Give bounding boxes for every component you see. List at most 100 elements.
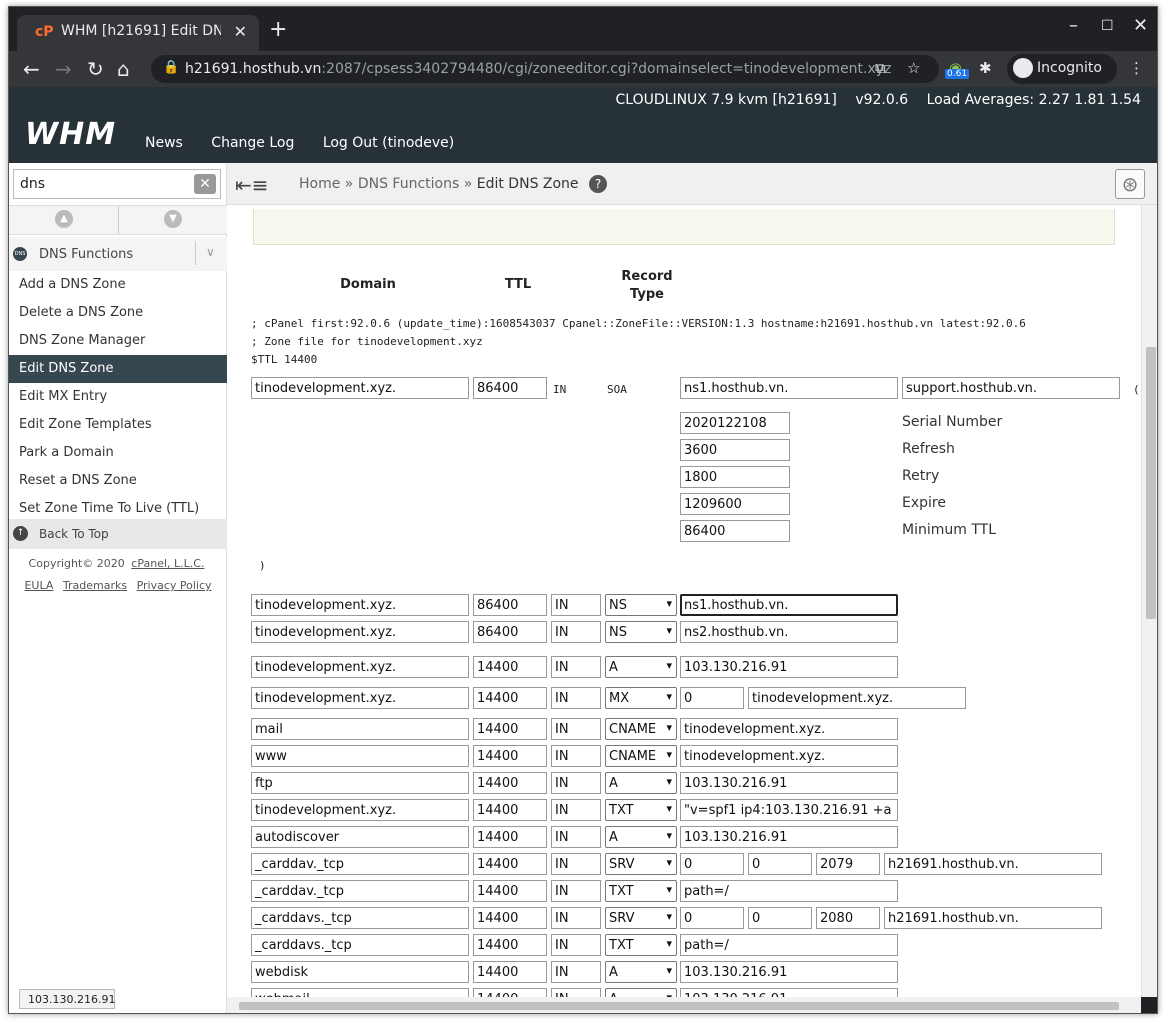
record-class-input[interactable]: IN: [551, 745, 601, 767]
soa-rname-input[interactable]: support.hosthub.vn.: [902, 377, 1120, 399]
record-ttl-input[interactable]: 14400: [473, 988, 547, 997]
record-data-input[interactable]: 103.130.216.91: [680, 656, 898, 678]
sidebar-item-park-domain[interactable]: Park a Domain: [9, 439, 227, 467]
record-data-input[interactable]: path=/: [680, 934, 898, 956]
url-input[interactable]: 🔒 h21691.hosthub.vn:2087/cpsess340279448…: [151, 55, 939, 83]
extensions-puzzle-icon[interactable]: ✱: [979, 59, 992, 77]
record-name-input[interactable]: _carddavs._tcp: [251, 907, 469, 929]
record-data-input[interactable]: "v=spf1 ip4:103.130.216.91 +a +mx: [680, 799, 898, 821]
record-class-input[interactable]: IN: [551, 961, 601, 983]
record-name-input[interactable]: tinodevelopment.xyz.: [251, 799, 469, 821]
record-name-input[interactable]: tinodevelopment.xyz.: [251, 656, 469, 678]
sidebar-item-edit-dns-zone[interactable]: Edit DNS Zone: [9, 355, 227, 383]
record-class-input[interactable]: IN: [551, 656, 601, 678]
record-ttl-input[interactable]: 14400: [473, 799, 547, 821]
soa-expire-input[interactable]: 1209600: [680, 493, 790, 515]
record-name-input[interactable]: tinodevelopment.xyz.: [251, 687, 469, 709]
record-type-select[interactable]: NS ▾: [605, 594, 677, 616]
soa-retry-input[interactable]: 1800: [680, 466, 790, 488]
reload-icon[interactable]: ↻: [87, 57, 104, 81]
maximize-icon[interactable]: ☐: [1101, 18, 1114, 34]
record-class-input[interactable]: IN: [551, 880, 601, 902]
vertical-scrollbar[interactable]: [1141, 205, 1157, 997]
record-ttl-input[interactable]: 14400: [473, 934, 547, 956]
record-name-input[interactable]: _carddavs._tcp: [251, 934, 469, 956]
record-data-input[interactable]: 0: [748, 853, 812, 875]
breadcrumb-home[interactable]: Home: [299, 176, 340, 192]
record-ttl-input[interactable]: 14400: [473, 745, 547, 767]
record-type-select[interactable]: TXT ▾: [605, 880, 677, 902]
record-data-input[interactable]: 0: [680, 853, 744, 875]
incognito-button[interactable]: Incognito: [1007, 54, 1117, 84]
record-ttl-input[interactable]: 14400: [473, 961, 547, 983]
record-ttl-input[interactable]: 14400: [473, 772, 547, 794]
sidebar-item-delete-dns-zone[interactable]: Delete a DNS Zone: [9, 299, 227, 327]
close-tab-icon[interactable]: ✕: [234, 22, 247, 41]
sidebar-item-edit-zone-templates[interactable]: Edit Zone Templates: [9, 411, 227, 439]
record-class-input[interactable]: IN: [551, 687, 601, 709]
record-class-input[interactable]: IN: [551, 594, 601, 616]
record-type-select[interactable]: A▾: [605, 826, 677, 848]
record-class-input[interactable]: IN: [551, 934, 601, 956]
sidebar-item-add-dns-zone[interactable]: Add a DNS Zone: [9, 271, 227, 299]
record-type-select[interactable]: A▾: [605, 656, 677, 678]
whm-logo[interactable]: WHM: [25, 117, 116, 152]
soa-ttl-input[interactable]: 86400: [473, 377, 547, 399]
record-class-input[interactable]: IN: [551, 853, 601, 875]
soa-mname-input[interactable]: ns1.hosthub.vn.: [680, 377, 898, 399]
record-name-input[interactable]: www: [251, 745, 469, 767]
record-ttl-input[interactable]: 14400: [473, 853, 547, 875]
record-ttl-input[interactable]: 86400: [473, 621, 547, 643]
record-ttl-input[interactable]: 14400: [473, 880, 547, 902]
chevron-down-icon[interactable]: ∨: [195, 241, 215, 265]
sidebar-item-edit-mx-entry[interactable]: Edit MX Entry: [9, 383, 227, 411]
bookmark-star-icon[interactable]: ☆: [907, 59, 920, 77]
record-class-input[interactable]: IN: [551, 772, 601, 794]
record-data-input[interactable]: tinodevelopment.xyz.: [748, 687, 966, 709]
nav-change-log[interactable]: Change Log: [211, 135, 294, 151]
record-data-input[interactable]: 0: [680, 907, 744, 929]
back-to-top-button[interactable]: ↑ Back To Top: [9, 519, 227, 549]
record-data-input[interactable]: 103.130.216.91: [680, 772, 898, 794]
record-type-select[interactable]: TXT ▾: [605, 934, 677, 956]
record-data-input[interactable]: 2079: [816, 853, 880, 875]
scroll-thumb[interactable]: [239, 1002, 1119, 1010]
new-tab-icon[interactable]: +: [269, 17, 287, 42]
record-class-input[interactable]: IN: [551, 621, 601, 643]
record-data-input[interactable]: 0: [680, 687, 744, 709]
record-ttl-input[interactable]: 86400: [473, 594, 547, 616]
horizontal-scrollbar[interactable]: [227, 997, 1141, 1013]
sidebar-section-dns[interactable]: DNS DNS Functions ∨: [9, 237, 227, 271]
record-type-select[interactable]: A▾: [605, 988, 677, 997]
record-data-input[interactable]: tinodevelopment.xyz.: [680, 718, 898, 740]
record-name-input[interactable]: tinodevelopment.xyz.: [251, 594, 469, 616]
forward-icon[interactable]: →: [55, 57, 72, 81]
record-name-input[interactable]: webdisk: [251, 961, 469, 983]
eula-link[interactable]: EULA: [24, 579, 53, 592]
support-lifebuoy-icon[interactable]: ⊛: [1115, 169, 1145, 199]
breadcrumb-dns-functions[interactable]: DNS Functions: [358, 176, 459, 192]
collapse-up-icon[interactable]: ▲: [55, 210, 73, 228]
record-name-input[interactable]: _carddav._tcp: [251, 853, 469, 875]
record-ttl-input[interactable]: 14400: [473, 687, 547, 709]
cpanel-link[interactable]: cPanel, L.L.C.: [131, 557, 204, 570]
window-close-icon[interactable]: ✕: [1133, 15, 1148, 36]
record-class-input[interactable]: IN: [551, 718, 601, 740]
help-icon[interactable]: ?: [589, 175, 607, 193]
record-name-input[interactable]: ftp: [251, 772, 469, 794]
record-type-select[interactable]: CNAME ▾: [605, 718, 677, 740]
sidebar-item-reset-dns-zone[interactable]: Reset a DNS Zone: [9, 467, 227, 495]
sidebar-item-dns-zone-manager[interactable]: DNS Zone Manager: [9, 327, 227, 355]
record-data-input[interactable]: h21691.hosthub.vn.: [884, 853, 1102, 875]
record-class-input[interactable]: IN: [551, 799, 601, 821]
record-type-select[interactable]: TXT ▾: [605, 799, 677, 821]
record-data-input[interactable]: h21691.hosthub.vn.: [884, 907, 1102, 929]
sidebar-search-input[interactable]: dns ✕: [13, 169, 221, 199]
record-class-input[interactable]: IN: [551, 826, 601, 848]
record-data-input[interactable]: tinodevelopment.xyz.: [680, 745, 898, 767]
record-data-input[interactable]: 103.130.216.91: [680, 961, 898, 983]
record-ttl-input[interactable]: 14400: [473, 656, 547, 678]
record-type-select[interactable]: MX ▾: [605, 687, 677, 709]
translate-icon[interactable]: ⧉: [875, 59, 886, 77]
soa-domain-input[interactable]: tinodevelopment.xyz.: [251, 377, 469, 399]
